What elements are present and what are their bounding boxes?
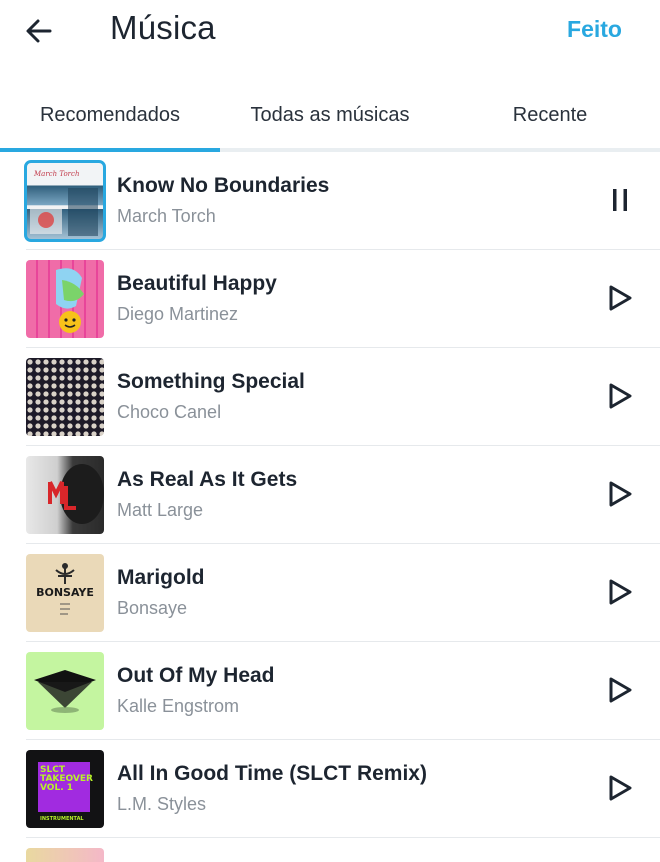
song-row[interactable]: SLCT TAKEOVER VOL. 1 INSTRUMENTAL All In… — [26, 740, 660, 838]
play-icon — [609, 677, 632, 703]
play-button[interactable] — [600, 474, 640, 514]
play-button[interactable] — [600, 572, 640, 612]
album-art — [26, 456, 104, 534]
pause-icon — [613, 189, 627, 211]
song-title: Marigold — [117, 566, 205, 589]
album-art-text: VOL. 1 — [40, 783, 73, 793]
svg-text:March Torch: March Torch — [33, 170, 79, 178]
song-artist: Kalle Engstrom — [117, 696, 240, 716]
play-icon — [609, 383, 632, 409]
song-title: All In Good Time (SLCT Remix) — [117, 762, 427, 785]
album-art: SLCT TAKEOVER VOL. 1 INSTRUMENTAL — [26, 750, 104, 828]
song-title: Beautiful Happy — [117, 272, 277, 295]
song-title: As Real As It Gets — [117, 468, 298, 491]
play-icon — [609, 285, 632, 311]
song-row[interactable]: Out Of My Head Kalle Engstrom — [26, 642, 660, 740]
song-artist: Matt Large — [117, 500, 204, 520]
song-artist: L.M. Styles — [117, 794, 207, 814]
song-row[interactable]: Something Special Choco Canel — [26, 348, 660, 446]
play-button[interactable] — [600, 278, 640, 318]
song-row[interactable]: Beautiful Happy Diego Martinez — [26, 250, 660, 348]
tab-recomendados[interactable]: Recomendados — [0, 82, 220, 148]
pause-button[interactable] — [600, 180, 640, 220]
tab-todas-as-musicas[interactable]: Todas as músicas — [220, 82, 440, 148]
song-title: Out Of My Head — [117, 664, 275, 687]
app-header: Música Feito — [0, 0, 660, 68]
done-button[interactable]: Feito — [567, 16, 622, 43]
album-art: March Torch — [24, 160, 106, 242]
play-button[interactable] — [600, 670, 640, 710]
album-art — [26, 652, 104, 730]
tab-bar: Recomendados Todas as músicas Recente — [0, 82, 660, 152]
play-button[interactable] — [600, 768, 640, 808]
play-icon — [609, 579, 632, 605]
play-icon — [609, 481, 632, 507]
album-art: BONSAYE — [26, 554, 104, 632]
song-title: Know No Boundaries — [117, 174, 330, 197]
song-list: March Torch Know No Boundaries March Tor… — [0, 152, 660, 838]
song-artist: Choco Canel — [117, 402, 222, 422]
song-artist: Bonsaye — [117, 598, 188, 618]
song-title: Something Special — [117, 370, 305, 393]
album-art — [26, 848, 104, 862]
page-title: Música — [110, 9, 216, 46]
arrow-left-icon — [26, 19, 52, 43]
tab-recente[interactable]: Recente — [440, 82, 660, 148]
album-art-text: BONSAYE — [36, 586, 94, 599]
song-artist: Diego Martinez — [117, 304, 239, 324]
album-art — [26, 358, 104, 436]
song-row[interactable]: March Torch Know No Boundaries March Tor… — [24, 152, 660, 250]
song-artist: March Torch — [117, 206, 216, 226]
song-row[interactable]: BONSAYE Marigold Bonsaye — [26, 544, 660, 642]
play-button[interactable] — [600, 376, 640, 416]
album-art-text: INSTRUMENTAL — [40, 816, 84, 822]
back-button[interactable] — [18, 10, 60, 52]
song-row[interactable]: As Real As It Gets Matt Large — [26, 446, 660, 544]
play-icon — [609, 775, 632, 801]
album-art — [26, 260, 104, 338]
